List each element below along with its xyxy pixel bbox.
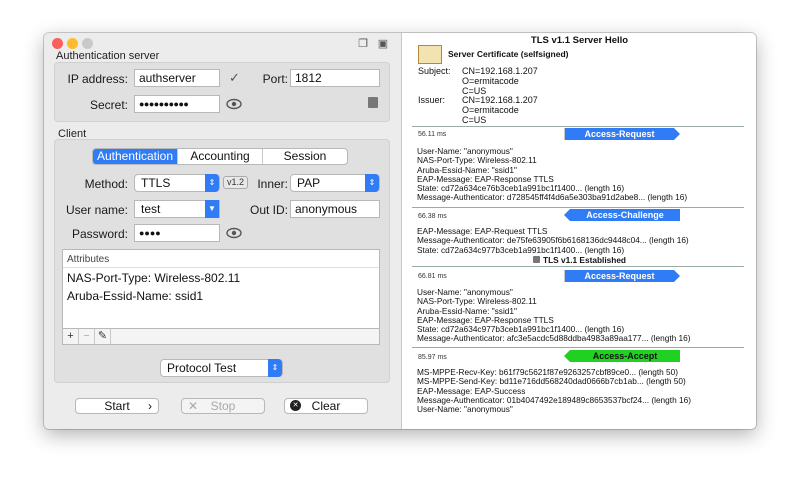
attr-line: Message-Authenticator: d728545ff4f4d6a5e… [417,192,688,203]
stop-label: Stop [210,399,236,413]
attr-line: Message-Authenticator: afc3e5acdc5d88ddb… [417,333,691,344]
attribute-line: NAS-Port-Type: Wireless-802.11 [67,271,241,285]
chevron-down-icon[interactable]: ▼ [205,200,219,218]
protocol-test-value: Protocol Test [167,361,237,375]
remove-attribute-button[interactable]: − [79,329,95,344]
username-label: User name: [65,203,128,217]
tab-session[interactable]: Session [263,149,347,164]
method-select[interactable]: TTLS ⇕ [134,174,220,192]
tab-accounting[interactable]: Accounting [178,149,263,164]
client-tabs: Authentication Accounting Session [92,148,348,165]
add-attribute-button[interactable]: + [63,329,79,344]
port-input[interactable]: 1812 [290,69,380,87]
attr-line: State: cd72a634c977b3ceb1a991bc1f1400...… [417,244,625,255]
app-window: ❐ ▣ Authentication server IP address: au… [44,33,756,429]
log-pane[interactable]: TLS v1.1 Server Hello Server Certificate… [401,33,756,429]
access-request-badge: Access-Request [564,128,680,140]
port-label: Port: [262,72,288,86]
attr-line: User-Name: "anonymous" [417,404,513,415]
start-label: Start [104,399,130,413]
copy-icon[interactable]: ❐ [357,38,369,50]
method-label: Method: [84,177,128,191]
issuer-label: Issuer: [418,95,446,105]
checkmark-icon: ✓ [229,70,240,85]
attribute-line: Aruba-Essid-Name: ssid1 [67,289,204,303]
ip-address-input[interactable]: authserver [134,69,220,87]
close-light[interactable] [52,38,63,49]
outid-input[interactable]: anonymous [290,200,380,218]
tls-established-note: TLS v1.1 Established [543,255,626,265]
protocol-test-select[interactable]: Protocol Test ⇕ [160,359,283,377]
password-label: Password: [71,227,128,241]
zoom-light[interactable] [82,38,93,49]
method-value: TTLS [141,176,171,190]
packet-time: 66.81 ms [418,273,447,280]
lock-icon [533,256,540,263]
issuer-c: C=US [462,115,487,125]
chevron-right-icon: › [148,399,152,413]
clear-label: Clear [311,399,341,413]
attributes-toolbar: + − ✎ [62,328,380,345]
eye-icon[interactable] [226,227,242,239]
left-pane: ❐ ▣ Authentication server IP address: au… [44,33,401,429]
log-title: TLS v1.1 Server Hello [530,35,629,46]
subject-label: Subject: [418,66,451,76]
secret-input[interactable]: ●●●●●●●●●● [134,95,220,113]
eye-icon[interactable] [226,98,242,110]
certificate-icon [418,45,442,64]
packet-time: 56.11 ms [418,131,447,138]
auth-server-label: Authentication server [56,50,160,62]
access-challenge-badge: Access-Challenge [564,209,680,221]
clear-button[interactable]: ✕ Clear [284,398,368,414]
ip-label: IP address: [67,72,128,86]
packet-time: 66.38 ms [418,213,447,220]
packet-attributes: MS-MPPE-Recv-Key: b61f79c5621f87e9263257… [417,367,691,415]
password-input[interactable]: ●●●● [134,224,220,242]
chevron-updown-icon: ⇕ [205,174,219,192]
stop-button[interactable]: ✕ Stop [181,398,265,414]
save-icon[interactable]: ▣ [377,38,389,50]
chevron-updown-icon: ⇕ [268,359,282,377]
start-button[interactable]: Start › [75,398,159,414]
inner-label: Inner: [257,177,288,191]
separator [412,207,744,208]
tab-authentication[interactable]: Authentication [93,149,178,164]
access-request-badge: Access-Request [564,270,680,282]
chevron-updown-icon: ⇕ [365,174,379,192]
edit-attribute-button[interactable]: ✎ [95,329,111,344]
outid-label: Out ID: [249,203,288,217]
separator [412,126,744,127]
inner-select[interactable]: PAP ⇕ [290,174,380,192]
x-icon: ✕ [188,399,199,413]
clipboard-icon[interactable] [368,97,378,108]
username-value: test [141,202,161,216]
packet-time: 85.97 ms [418,354,447,361]
certificate-label: Server Certificate (selfsigned) [448,49,569,59]
packet-attributes: EAP-Message: EAP-Request TTLS Message-Au… [417,226,689,255]
x-circle-icon: ✕ [290,400,301,411]
username-combo[interactable]: test ▼ [134,200,220,218]
version-badge: v1.2 [223,176,249,189]
access-accept-badge: Access-Accept [564,350,680,362]
separator [412,347,744,348]
secret-label: Secret: [89,98,128,112]
packet-attributes: User-Name: "anonymous" NAS-Port-Type: Wi… [417,287,691,344]
attributes-header: Attributes [63,250,379,268]
minimize-light[interactable] [67,38,78,49]
packet-attributes: User-Name: "anonymous" NAS-Port-Type: Wi… [417,146,688,203]
separator [412,266,744,267]
inner-value: PAP [297,176,321,190]
